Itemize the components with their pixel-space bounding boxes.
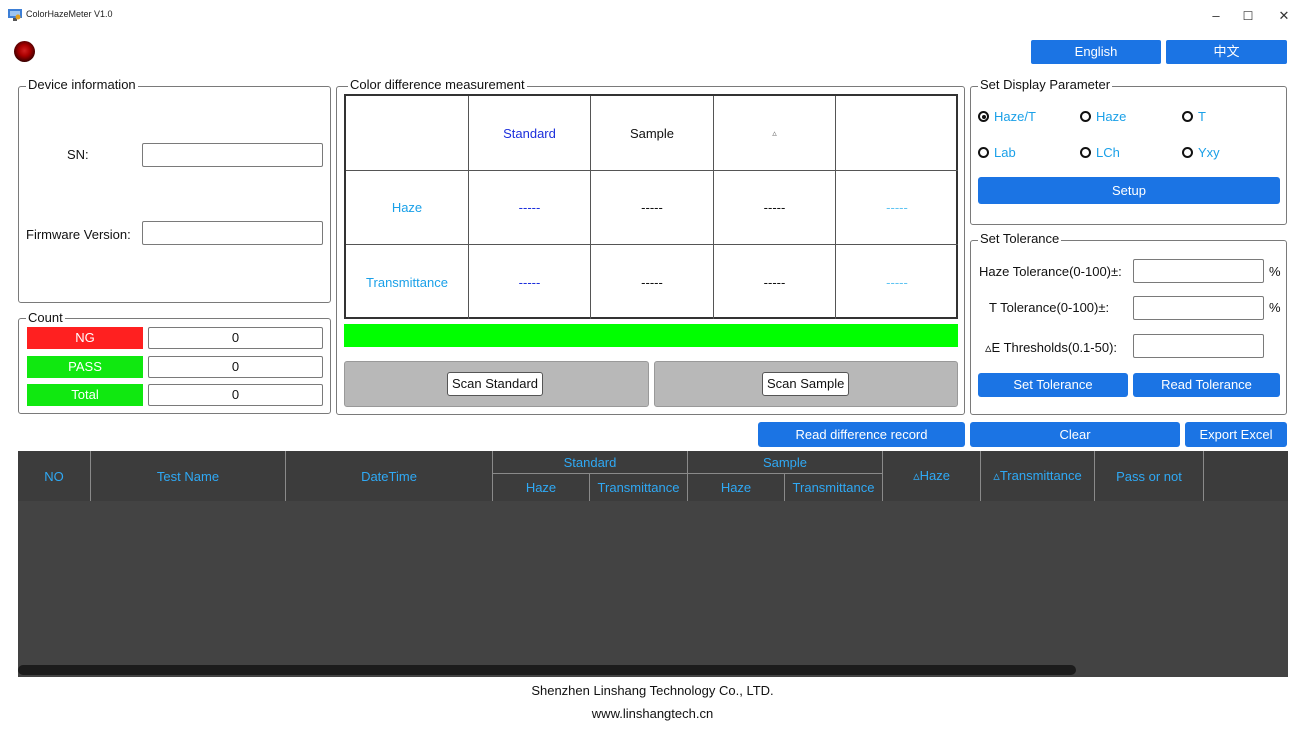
radio-unchecked-icon [978,147,989,158]
column-standard-transmittance[interactable]: Transmittance [590,474,688,501]
delta-header: ▵ [714,96,836,171]
column-sample-transmittance[interactable]: Transmittance [785,474,883,501]
close-button[interactable]: ✕ [1270,6,1298,26]
t-tolerance-unit: % [1269,300,1281,315]
radio-unchecked-icon [1182,111,1193,122]
horizontal-scrollbar[interactable] [18,665,1076,675]
pass-count: 0 [148,356,323,378]
table-header: NO Test Name DateTime Standard Haze Tran… [18,451,1288,501]
set-tolerance-button[interactable]: Set Tolerance [978,373,1128,397]
transmittance-sample-value: ----- [591,245,714,319]
column-standard-haze[interactable]: Haze [493,474,590,501]
ng-label: NG [27,327,143,349]
radio-unchecked-icon [1080,111,1091,122]
radio-checked-icon [978,111,989,122]
t-tolerance-field[interactable] [1133,296,1264,320]
t-tolerance-label: T Tolerance(0-100)±: [989,300,1110,315]
haze-sample-value: ----- [591,171,714,245]
chinese-button[interactable]: 中文 [1166,40,1287,64]
count-title: Count [26,310,65,325]
e-threshold-label: ▵E Thresholds(0.1-50): [985,340,1118,355]
scan-standard-button[interactable]: Scan Standard [447,372,544,396]
measurement-title: Color difference measurement [348,77,527,92]
firmware-field[interactable] [142,221,323,245]
device-info-group [18,86,331,303]
radio-label: Haze [1096,109,1127,124]
standard-header: Standard [469,96,591,171]
display-param-title: Set Display Parameter [978,77,1113,92]
read-tolerance-button[interactable]: Read Tolerance [1133,373,1280,397]
result-header [836,96,958,171]
english-button[interactable]: English [1031,40,1161,64]
company-website: www.linshangtech.cn [591,706,714,721]
haze-result-value: ----- [836,171,958,245]
radio-yxy[interactable]: Yxy [1182,145,1220,160]
display-param-group [970,86,1287,225]
haze-tolerance-field[interactable] [1133,259,1264,283]
export-excel-button[interactable]: Export Excel [1185,422,1287,447]
window-title: ColorHazeMeter V1.0 [26,9,113,19]
transmittance-standard-value: ----- [469,245,591,319]
radio-haze-t[interactable]: Haze/T [978,109,1036,124]
column-sample-haze[interactable]: Haze [688,474,785,501]
column-delta-transmittance[interactable]: ▵Transmittance [981,451,1095,501]
sn-field[interactable] [142,143,323,167]
table-header-cell [346,96,469,171]
result-status-bar [344,324,958,347]
radio-label: LCh [1096,145,1120,160]
radio-unchecked-icon [1080,147,1091,158]
scan-sample-button[interactable]: Scan Sample [762,372,850,396]
transmittance-result-value: ----- [886,274,908,290]
device-info-title: Device information [26,77,138,92]
haze-row-label: Haze [346,171,469,245]
haze-delta-value: ----- [714,171,836,245]
radio-t[interactable]: T [1182,109,1206,124]
pass-label: PASS [27,356,143,378]
measurement-table: Standard Sample ▵ Haze ----- ----- -----… [344,94,958,319]
haze-tolerance-label: Haze Tolerance(0-100)±: [979,264,1122,279]
setup-button[interactable]: Setup [978,177,1280,204]
column-group-sample: Sample [688,451,883,474]
ng-count: 0 [148,327,323,349]
column-datetime[interactable]: DateTime [286,451,493,501]
company-name: Shenzhen Linshang Technology Co., LTD. [531,683,774,698]
column-delta-haze[interactable]: ▵Haze [883,451,981,501]
column-group-standard: Standard [493,451,688,474]
e-threshold-field[interactable] [1133,334,1264,358]
tolerance-title: Set Tolerance [978,231,1062,246]
radio-unchecked-icon [1182,147,1193,158]
radio-label: Yxy [1198,145,1220,160]
maximize-button[interactable]: ☐ [1234,6,1262,26]
minimize-button[interactable]: – [1202,6,1230,26]
total-count: 0 [148,384,323,406]
radio-lab[interactable]: Lab [978,145,1016,160]
column-pass-or-not[interactable]: Pass or not [1095,451,1204,501]
radio-label: Haze/T [994,109,1036,124]
transmittance-row-label: Transmittance [346,245,469,319]
haze-standard-value: ----- [469,171,591,245]
app-icon [8,9,22,21]
radio-lch[interactable]: LCh [1080,145,1120,160]
total-label: Total [27,384,143,406]
sample-header: Sample [591,96,714,171]
column-test-name[interactable]: Test Name [91,451,286,501]
column-no[interactable]: NO [18,451,91,501]
read-difference-record-button[interactable]: Read difference record [758,422,965,447]
title-bar: ColorHazeMeter V1.0 – ☐ ✕ [0,0,1305,32]
radio-haze[interactable]: Haze [1080,109,1126,124]
record-table[interactable]: NO Test Name DateTime Standard Haze Tran… [18,451,1288,677]
radio-label: Lab [994,145,1016,160]
haze-tolerance-unit: % [1269,264,1281,279]
sn-label: SN: [67,147,89,162]
connection-status-icon [14,41,35,62]
firmware-label: Firmware Version: [26,227,131,242]
transmittance-delta-value: ----- [714,245,836,319]
radio-label: T [1198,109,1206,124]
clear-button[interactable]: Clear [970,422,1180,447]
